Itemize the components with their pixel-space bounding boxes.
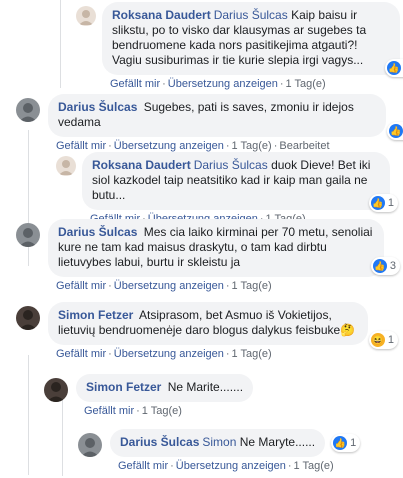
avatar[interactable] (16, 98, 40, 122)
comment-author[interactable]: Simon Fetzer (86, 380, 161, 394)
translate-link[interactable]: Übersetzung anzeigen (114, 140, 224, 152)
comment-reply: Roksana Daudert Darius Šulcas duok Dieve!… (56, 152, 398, 225)
comment-text: Ne Marite....... (164, 380, 244, 394)
like-icon: 👍 (370, 196, 385, 210)
comment-mention[interactable]: Darius Šulcas (214, 8, 288, 22)
translate-link[interactable]: Übersetzung anzeigen (114, 280, 224, 292)
thread-line (28, 355, 29, 475)
reaction-count-value: 3 (389, 259, 396, 272)
timestamp[interactable]: 1 Tag(e) (142, 405, 182, 417)
avatar[interactable] (44, 378, 68, 402)
comment-meta: Gefällt mir·Übersetzung anzeigen·1 Tag(e… (118, 460, 334, 472)
comment-reply: Simon Fetzer Ne Marite....... Gefällt mi… (44, 374, 384, 417)
reaction-count-value: 1 (387, 196, 394, 209)
reaction-count[interactable]: 👍1 (331, 434, 361, 452)
comment-author[interactable]: Darius Šulcas (58, 225, 137, 239)
edited-label[interactable]: Bearbeitet (279, 140, 329, 152)
reaction-count[interactable]: 👍1 (368, 194, 398, 212)
like-link[interactable]: Gefällt mir (118, 460, 168, 472)
like-icon: 👍 (372, 259, 387, 273)
comment-author[interactable]: Roksana Daudert (92, 158, 191, 172)
reaction-count[interactable]: 😆 1 (368, 331, 398, 349)
comment-meta: Gefällt mir·Übersetzung anzeigen·1 Tag(e… (56, 280, 272, 292)
comment-bubble: Darius Šulcas Mes cia laiko kirminai per… (48, 219, 400, 277)
comment: Darius Šulcas Sugebes, pati is saves, zm… (16, 94, 403, 152)
reaction-count-value: 1 (387, 333, 394, 346)
translate-link[interactable]: Übersetzung anzeigen (176, 460, 286, 472)
translate-link[interactable]: Übersetzung anzeigen (168, 78, 278, 90)
comment-bubble: Simon Fetzer Ne Marite....... (76, 374, 254, 402)
comment-meta: Gefällt mir · 1 Tag(e) (84, 405, 182, 417)
comment-meta: Gefällt mir·Übersetzung anzeigen·1 Tag(e… (56, 140, 330, 152)
comment-meta: Gefällt mir·Übersetzung anzeigen·1 Tag(e… (56, 348, 272, 360)
reaction-count[interactable]: 👍1 (386, 122, 403, 140)
thread-line (60, 0, 61, 88)
like-icon: 👍 (386, 61, 401, 75)
comment-bubble: Roksana Daudert Darius Šulcas Kaip baisu … (102, 2, 403, 77)
haha-icon: 😆 (370, 333, 385, 347)
reaction-count[interactable]: 👍 3 (370, 257, 400, 275)
comment-bubble: Simon Fetzer Atsiprasom, bet Asmuo iš Vo… (48, 302, 398, 349)
comment-author[interactable]: Darius Šulcas (120, 435, 199, 449)
comment-reply: Darius Šulcas Simon Ne Maryte...... 👍 1 Ge… (78, 429, 388, 472)
avatar[interactable] (56, 156, 76, 176)
comment-bubble: Darius Šulcas Sugebes, pati is saves, zm… (48, 94, 403, 140)
comment-meta: Gefällt mir·Übersetzung anzeigen·1 Tag(e… (110, 78, 326, 90)
like-link[interactable]: Gefällt mir (56, 348, 106, 360)
comment-bubble: Darius Šulcas Simon Ne Maryte...... (110, 429, 326, 457)
like-icon: 👍 (388, 124, 403, 138)
like-link[interactable]: Gefällt mir (84, 405, 134, 417)
avatar[interactable] (76, 6, 96, 26)
thinking-emoji: 🤔 (340, 323, 356, 337)
timestamp[interactable]: 1 Tag(e) (232, 280, 272, 292)
timestamp[interactable]: 1 Tag(e) (286, 78, 326, 90)
comment-text: Ne Maryte...... (236, 435, 316, 449)
timestamp[interactable]: 1 Tag(e) (232, 140, 272, 152)
timestamp[interactable]: 1 Tag(e) (294, 460, 334, 472)
comment-author[interactable]: Darius Šulcas (58, 100, 137, 114)
avatar[interactable] (16, 223, 40, 247)
comment-mention[interactable]: Simon (202, 435, 236, 449)
comment-author[interactable]: Simon Fetzer (58, 308, 133, 322)
like-link[interactable]: Gefällt mir (110, 78, 160, 90)
comment-bubble: Roksana Daudert Darius Šulcas duok Dieve!… (82, 152, 398, 212)
comment: Simon Fetzer Atsiprasom, bet Asmuo iš Vo… (16, 302, 398, 360)
like-link[interactable]: Gefällt mir (56, 280, 106, 292)
avatar[interactable] (78, 433, 102, 457)
comment-mention[interactable]: Darius Šulcas (194, 158, 268, 172)
comment-author[interactable]: Roksana Daudert (112, 8, 211, 22)
comment-thread: Roksana Daudert Darius Šulcas Kaip baisu … (0, 0, 403, 478)
translate-link[interactable]: Übersetzung anzeigen (114, 348, 224, 360)
like-icon: 👍 (333, 436, 348, 450)
timestamp[interactable]: 1 Tag(e) (232, 348, 272, 360)
reaction-count[interactable]: 👍2 (384, 59, 403, 77)
reaction-count-value: 1 (350, 437, 357, 449)
comment: Darius Šulcas Mes cia laiko kirminai per… (16, 219, 400, 292)
like-link[interactable]: Gefällt mir (56, 140, 106, 152)
avatar[interactable] (16, 306, 40, 330)
comment-reply: Roksana Daudert Darius Šulcas Kaip baisu … (76, 2, 403, 90)
